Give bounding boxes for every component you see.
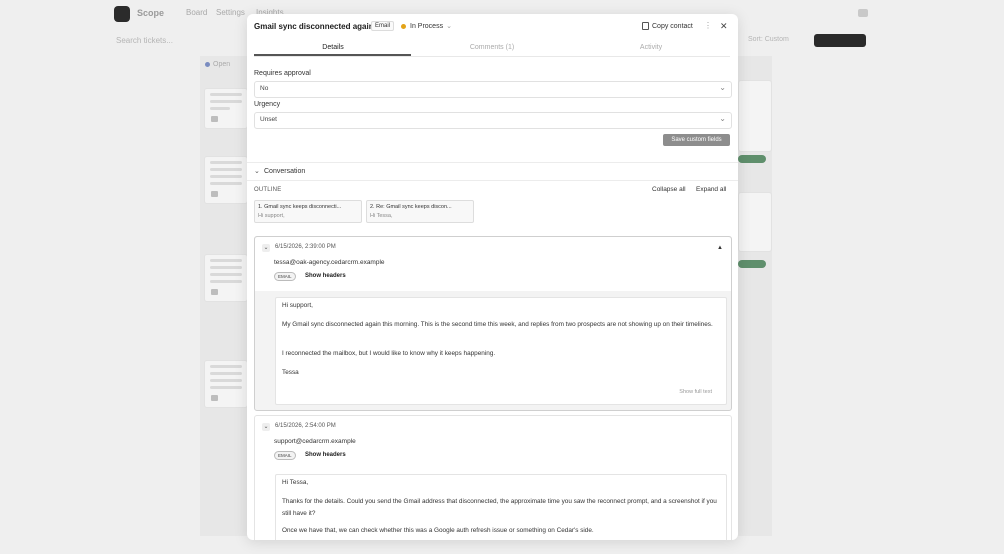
requires-approval-select[interactable]: No ⌄ xyxy=(254,81,732,98)
message-paragraph: I reconnected the mailbox, but I would l… xyxy=(282,350,496,357)
more-options-icon[interactable]: ⋮ xyxy=(704,21,712,30)
sort-filter[interactable]: Sort: Custom xyxy=(748,36,789,43)
message-card: ⌄ 6/15/2026, 2:54:00 PM support@cedarcrm… xyxy=(254,415,732,540)
tab-details[interactable]: Details xyxy=(254,44,412,51)
message-body: Hi support, My Gmail sync disconnected a… xyxy=(275,297,727,405)
board-card[interactable] xyxy=(738,192,772,252)
message-paragraph: Tessa xyxy=(282,369,299,376)
urgency-select[interactable]: Unset ⌄ xyxy=(254,112,732,129)
divider xyxy=(247,162,738,163)
expand-all-button[interactable]: Expand all xyxy=(696,186,726,193)
requires-approval-label: Requires approval xyxy=(254,70,311,77)
close-icon[interactable]: ✕ xyxy=(720,21,728,32)
requires-approval-value: No xyxy=(260,85,269,92)
collapse-toggle-icon[interactable]: ⌄ xyxy=(262,244,270,252)
outline-item-snippet: Hi Tessa, xyxy=(370,213,393,219)
copy-contact-button[interactable]: Copy contact xyxy=(642,22,693,30)
outline-item-title: 1. Gmail sync keeps disconnecti... xyxy=(258,204,342,210)
ticket-title: Gmail sync disconnected again xyxy=(254,22,374,31)
conversation-title[interactable]: Conversation xyxy=(264,168,305,175)
tab-bar: Details Comments (1) Activity xyxy=(254,42,730,57)
board-card[interactable] xyxy=(204,156,248,204)
email-badge: EMAIL xyxy=(274,272,296,281)
chevron-down-icon: ⌄ xyxy=(719,83,726,92)
message-paragraph: My Gmail sync disconnected again this mo… xyxy=(282,321,713,328)
new-ticket-button[interactable] xyxy=(814,34,866,47)
outline-item[interactable]: 2. Re: Gmail sync keeps discon... Hi Tes… xyxy=(366,200,474,223)
chevron-down-icon: ⌄ xyxy=(719,114,726,123)
chevron-down-icon[interactable]: ⌄ xyxy=(254,167,260,175)
status-pill xyxy=(738,155,766,163)
board-card[interactable] xyxy=(204,254,248,302)
ticket-modal: Gmail sync disconnected again Email In P… xyxy=(247,14,738,540)
status-label: In Process xyxy=(410,23,444,30)
message-paragraph: Hi support, xyxy=(282,302,313,309)
divider xyxy=(247,180,738,181)
message-header: ⌄ 6/15/2026, 2:39:00 PM ▲ tessa@oak-agen… xyxy=(255,237,731,291)
status-dropdown[interactable]: In Process ⌄ xyxy=(401,22,452,30)
collapse-toggle-icon[interactable]: ⌄ xyxy=(262,423,270,431)
status-dot-icon xyxy=(401,23,406,29)
show-headers-button[interactable]: Show headers xyxy=(305,452,346,458)
email-badge: EMAIL xyxy=(274,451,296,460)
app-name: Scope xyxy=(137,8,165,18)
message-sender: tessa@oak-agency.cedarcrm.example xyxy=(274,259,385,266)
modal-header: Gmail sync disconnected again Email In P… xyxy=(247,14,738,42)
message-paragraph: Once we have that, we can check whether … xyxy=(282,527,594,534)
collapse-all-button[interactable]: Collapse all xyxy=(652,186,686,193)
chevron-down-icon: ⌄ xyxy=(446,23,452,30)
copy-contact-label: Copy contact xyxy=(652,22,693,30)
outline-label: OUTLINE xyxy=(254,187,282,193)
show-full-text-link[interactable]: Show full text xyxy=(679,389,712,395)
tab-comments[interactable]: Comments (1) xyxy=(413,44,571,51)
active-tab-indicator xyxy=(254,54,411,56)
board-card[interactable] xyxy=(738,80,772,152)
column-status-dot xyxy=(205,62,210,67)
outline-item-snippet: Hi support, xyxy=(258,213,285,219)
channel-badge: Email xyxy=(371,21,395,31)
message-paragraph: Hi Tessa, xyxy=(282,479,309,486)
nav-settings[interactable]: Settings xyxy=(216,8,245,17)
urgency-label: Urgency xyxy=(254,101,281,108)
board-card[interactable] xyxy=(204,88,248,129)
outline-item-title: 2. Re: Gmail sync keeps discon... xyxy=(370,204,452,210)
message-date: 6/15/2026, 2:39:00 PM xyxy=(275,244,336,250)
copy-icon xyxy=(642,22,649,30)
status-pill xyxy=(738,260,766,268)
message-body: Hi Tessa, Thanks for the details. Could … xyxy=(275,474,727,540)
urgency-value: Unset xyxy=(260,116,277,123)
column-title: Open xyxy=(213,61,231,68)
message-paragraph: Thanks for the details. Could you send t… xyxy=(282,498,717,517)
tab-activity[interactable]: Activity xyxy=(572,44,730,51)
message-date: 6/15/2026, 2:54:00 PM xyxy=(275,423,336,429)
show-headers-button[interactable]: Show headers xyxy=(305,273,346,279)
avatar[interactable] xyxy=(858,9,868,17)
message-header: ⌄ 6/15/2026, 2:54:00 PM support@cedarcrm… xyxy=(255,416,731,470)
outline-item[interactable]: 1. Gmail sync keeps disconnecti... Hi su… xyxy=(254,200,362,223)
message-type-icon: ▲ xyxy=(717,245,723,251)
message-card: ⌄ 6/15/2026, 2:39:00 PM ▲ tessa@oak-agen… xyxy=(254,236,732,411)
board-card[interactable] xyxy=(204,360,248,408)
search-input[interactable]: Search tickets... xyxy=(116,36,173,45)
message-sender: support@cedarcrm.example xyxy=(274,438,356,445)
nav-board[interactable]: Board xyxy=(186,8,207,17)
save-custom-fields-button[interactable]: Save custom fields xyxy=(663,134,730,146)
app-logo xyxy=(114,6,130,22)
